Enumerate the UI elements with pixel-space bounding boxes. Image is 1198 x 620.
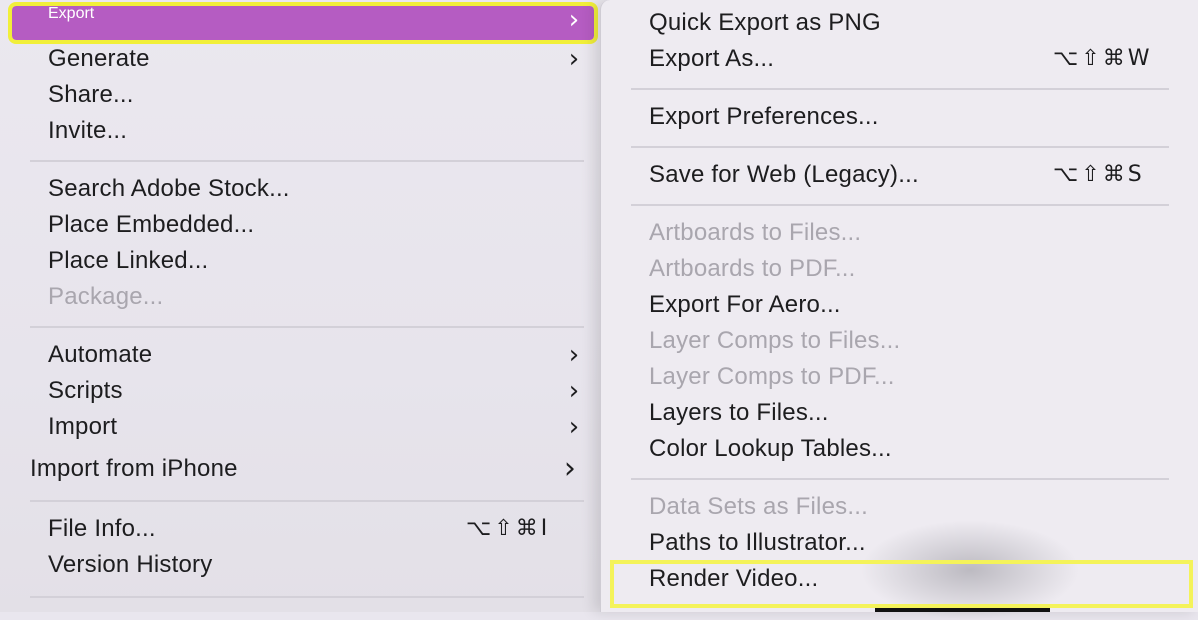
menu-item-paths-to-illustrator[interactable]: Paths to Illustrator... — [601, 525, 1198, 561]
menu-item-label: Artboards to Files... — [649, 219, 862, 246]
menu-item-file-info[interactable]: File Info... ⌥⇧⌘I — [0, 511, 604, 547]
menu-item-export-as[interactable]: Export As... ⌥⇧⌘W — [601, 41, 1198, 77]
menu-item-automate[interactable]: Automate › — [0, 337, 604, 373]
menu-item-layers-to-files[interactable]: Layers to Files... — [601, 395, 1198, 431]
menu-separator — [631, 146, 1169, 148]
menu-item-label: Color Lookup Tables... — [649, 435, 892, 462]
menu-item-export[interactable]: Export › — [8, 2, 598, 44]
menu-item-label: Artboards to PDF... — [649, 255, 856, 282]
menu-item-label: Generate — [48, 45, 150, 72]
menu-item-label: Package... — [48, 283, 164, 310]
menu-item-data-sets-as-files: Data Sets as Files... — [601, 489, 1198, 525]
menu-item-label: Share... — [48, 81, 134, 108]
menu-separator — [631, 478, 1169, 480]
menu-item-layer-comps-to-files: Layer Comps to Files... — [601, 323, 1198, 359]
keyboard-shortcut: ⌥⇧⌘S — [1053, 162, 1145, 187]
menu-item-search-adobe-stock[interactable]: Search Adobe Stock... — [0, 171, 604, 207]
menu-item-artboards-to-pdf: Artboards to PDF... — [601, 251, 1198, 287]
chevron-right-icon: › — [568, 5, 580, 35]
menu-item-label: Automate — [48, 341, 153, 368]
menu-item-label: Paths to Illustrator... — [649, 529, 866, 556]
menu-item-label: Scripts — [48, 377, 123, 404]
menu-item-share[interactable]: Share... — [0, 77, 604, 113]
menu-item-label: Version History — [48, 551, 213, 578]
menu-item-color-lookup-tables[interactable]: Color Lookup Tables... — [601, 431, 1198, 467]
menu-item-label: Layer Comps to Files... — [649, 327, 901, 354]
menu-item-place-linked[interactable]: Place Linked... — [0, 243, 604, 279]
menu-item-import-from-iphone[interactable]: Import from iPhone › — [0, 451, 604, 487]
menu-separator — [30, 596, 584, 598]
chevron-right-icon: › — [568, 412, 580, 442]
menu-item-package: Package... — [0, 279, 604, 315]
menu-item-label: Place Linked... — [48, 247, 209, 274]
chevron-right-icon: › — [563, 451, 577, 486]
menu-item-export-for-aero[interactable]: Export For Aero... — [601, 287, 1198, 323]
menu-item-label: Layer Comps to PDF... — [649, 363, 895, 390]
keyboard-shortcut: ⌥⇧⌘I — [466, 516, 551, 541]
menu-item-label: Export For Aero... — [649, 291, 841, 318]
menu-item-label: Quick Export as PNG — [649, 9, 881, 36]
menu-item-quick-export-png[interactable]: Quick Export as PNG — [601, 5, 1198, 41]
menu-item-label: Search Adobe Stock... — [48, 175, 290, 202]
menu-item-layer-comps-to-pdf: Layer Comps to PDF... — [601, 359, 1198, 395]
menu-separator — [631, 204, 1169, 206]
chevron-right-icon: › — [568, 340, 580, 370]
menu-item-save-for-web[interactable]: Save for Web (Legacy)... ⌥⇧⌘S — [601, 157, 1198, 193]
menu-separator — [30, 500, 584, 502]
export-submenu: Quick Export as PNG Export As... ⌥⇧⌘W Ex… — [600, 0, 1198, 612]
menu-item-label: Data Sets as Files... — [649, 493, 868, 520]
menu-item-place-embedded[interactable]: Place Embedded... — [0, 207, 604, 243]
menu-item-export-preferences[interactable]: Export Preferences... — [601, 99, 1198, 135]
menu-separator — [30, 160, 584, 162]
menu-separator — [30, 326, 584, 328]
menu-item-label: Invite... — [48, 117, 128, 144]
menu-item-artboards-to-files: Artboards to Files... — [601, 215, 1198, 251]
menu-item-generate[interactable]: Generate › — [0, 41, 604, 77]
render-video-highlight-box — [610, 560, 1193, 608]
menu-item-label: Export As... — [649, 45, 775, 72]
menu-item-scripts[interactable]: Scripts › — [0, 373, 604, 409]
menu-item-label: Import — [48, 413, 118, 440]
menu-item-label: Export — [48, 5, 95, 22]
menu-item-label: Place Embedded... — [48, 211, 255, 238]
menu-item-version-history[interactable]: Version History — [0, 547, 604, 583]
chevron-right-icon: › — [568, 44, 580, 74]
menu-item-label: Layers to Files... — [649, 399, 829, 426]
menu-item-label: File Info... — [48, 515, 156, 542]
menu-separator — [631, 88, 1169, 90]
menu-item-label: Export Preferences... — [649, 103, 879, 130]
menu-item-label: Import from iPhone — [30, 455, 238, 482]
file-menu: Export › Generate › Share... Invite... S… — [0, 0, 604, 612]
chevron-right-icon: › — [568, 376, 580, 406]
menu-item-invite[interactable]: Invite... — [0, 113, 604, 149]
keyboard-shortcut: ⌥⇧⌘W — [1053, 46, 1153, 71]
menu-item-label: Save for Web (Legacy)... — [649, 161, 919, 188]
menu-item-import[interactable]: Import › — [0, 409, 604, 445]
